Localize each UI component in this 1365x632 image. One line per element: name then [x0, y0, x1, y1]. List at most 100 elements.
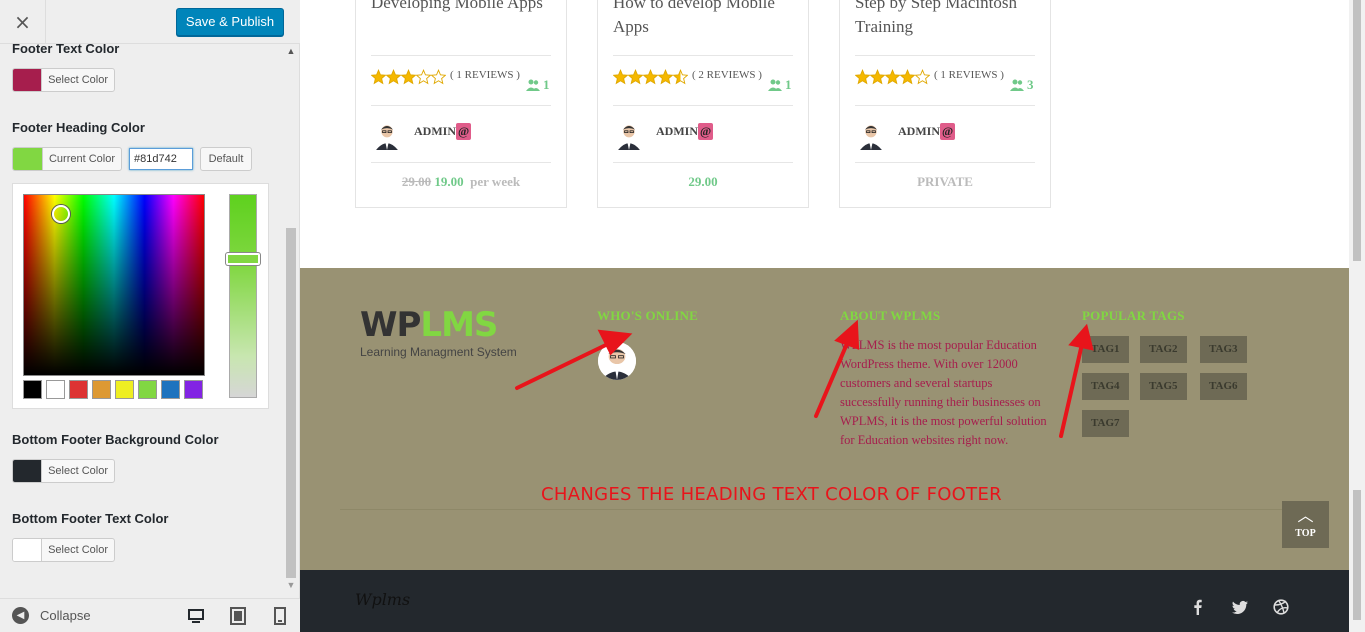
at-icon: @: [698, 123, 714, 140]
facebook-icon[interactable]: [1190, 599, 1206, 615]
hex-color-input[interactable]: #81d742: [129, 148, 193, 170]
bottom-footer: Wplms: [300, 570, 1349, 632]
footer-heading-color-title: Footer Heading Color: [12, 120, 145, 135]
twitter-icon[interactable]: [1232, 599, 1248, 615]
star-icon: [869, 69, 886, 85]
scroll-to-top-button[interactable]: ︿ TOP: [1282, 501, 1329, 548]
scroll-down-icon[interactable]: ▼: [284, 580, 298, 590]
instructor-name[interactable]: ADMIN @: [414, 123, 472, 140]
admin-avatar: [618, 125, 640, 150]
review-count: ( 1 REVIEWS ): [934, 69, 1004, 81]
palette-swatch-black[interactable]: [23, 380, 42, 399]
palette-swatch-yellow[interactable]: [115, 380, 134, 399]
divider: [855, 105, 1035, 106]
palette-swatch-green[interactable]: [138, 380, 157, 399]
palette-swatch-red[interactable]: [69, 380, 88, 399]
customizer-controls: Footer Text Color Select Color Footer He…: [0, 44, 300, 592]
tag-link[interactable]: TAG4: [1082, 373, 1129, 400]
desktop-preview-icon[interactable]: [186, 606, 206, 626]
palette-swatch-blue[interactable]: [161, 380, 180, 399]
divider: [613, 105, 793, 106]
select-color-label: Select Color: [48, 74, 108, 86]
tag-link[interactable]: TAG3: [1200, 336, 1247, 363]
course-title[interactable]: Developing Mobile Apps: [371, 0, 556, 15]
palette-swatch-orange[interactable]: [92, 380, 111, 399]
who-online-heading: WHO'S ONLINE: [597, 308, 699, 323]
mobile-preview-icon[interactable]: [270, 606, 290, 626]
divider: [613, 162, 793, 163]
palette-swatch-white[interactable]: [46, 380, 65, 399]
star-icon: [657, 69, 674, 85]
customizer-sidebar: × Save & Publish Footer Text Color Selec…: [0, 0, 300, 632]
divider: [371, 55, 551, 56]
online-user-avatar[interactable]: [598, 342, 636, 380]
footer-text-color-button[interactable]: Select Color: [12, 68, 115, 92]
sidebar-scrollbar[interactable]: ▲ ▼: [284, 44, 298, 592]
admin-label: ADMIN: [414, 124, 456, 138]
slider-handle[interactable]: [226, 253, 260, 265]
divider: [613, 55, 793, 56]
course-title[interactable]: How to develop Mobile Apps: [613, 0, 798, 39]
popular-tags-heading: POPULAR TAGS: [1082, 308, 1185, 323]
course-card[interactable]: Developing Mobile Apps ( 1 REVIEWS ) 1 A…: [355, 0, 567, 208]
course-card[interactable]: Step by Step Macintosh Training ( 1 REVI…: [839, 0, 1051, 208]
tag-link[interactable]: TAG2: [1140, 336, 1187, 363]
luminance-slider[interactable]: [229, 194, 257, 398]
at-icon: @: [940, 123, 956, 140]
bottom-footer-text-button[interactable]: Select Color: [12, 538, 115, 562]
collapse-button[interactable]: Collapse: [40, 608, 91, 623]
star-rating-icon: [613, 69, 688, 85]
select-color-label: Select Color: [48, 544, 108, 556]
site-preview: Developing Mobile Apps ( 1 REVIEWS ) 1 A…: [300, 0, 1365, 632]
logo-wp: WP: [360, 305, 421, 345]
star-icon: [613, 69, 629, 85]
review-count: ( 2 REVIEWS ): [692, 69, 762, 81]
footer-heading-color-button[interactable]: Current Color: [12, 147, 122, 171]
admin-avatar: [860, 125, 882, 150]
preview-scrollbar[interactable]: [1349, 0, 1365, 632]
scroll-thumb[interactable]: [286, 228, 296, 578]
price-period: per week: [470, 174, 521, 189]
default-color-button[interactable]: Default: [200, 147, 252, 171]
sale-price: 19.00: [434, 174, 464, 189]
tag-link[interactable]: TAG5: [1140, 373, 1187, 400]
bottom-footer-text-title: Bottom Footer Text Color: [12, 511, 169, 526]
close-icon[interactable]: ×: [0, 0, 46, 44]
tag-link[interactable]: TAG6: [1200, 373, 1247, 400]
footer-divider: [340, 509, 1289, 510]
divider: [371, 162, 551, 163]
bottom-footer-bg-title: Bottom Footer Background Color: [12, 432, 219, 447]
bottom-footer-brand[interactable]: Wplms: [355, 590, 410, 609]
palette-swatch-purple[interactable]: [184, 380, 203, 399]
student-count: 1: [768, 77, 792, 93]
scroll-up-icon[interactable]: ▲: [284, 46, 298, 56]
star-icon: [385, 69, 402, 85]
bottom-footer-bg-button[interactable]: Select Color: [12, 459, 115, 483]
tablet-preview-icon[interactable]: [228, 606, 248, 626]
picker-handle[interactable]: [52, 205, 70, 223]
annotation-text: CHANGES THE HEADING TEXT COLOR OF FOOTER: [541, 484, 1002, 505]
users-icon: [526, 79, 540, 91]
divider: [371, 105, 551, 106]
instructor-name[interactable]: ADMIN @: [656, 123, 714, 140]
star-icon: [899, 69, 916, 85]
instructor-name[interactable]: ADMIN @: [898, 123, 956, 140]
wplms-logo[interactable]: WPLMS Learning Managment System: [360, 306, 517, 359]
tag-link[interactable]: TAG1: [1082, 336, 1129, 363]
dribbble-icon[interactable]: [1273, 599, 1289, 615]
collapse-icon[interactable]: ◀: [12, 607, 29, 624]
save-publish-button[interactable]: Save & Publish: [176, 8, 284, 36]
preview-scroll-thumb[interactable]: [1353, 490, 1361, 620]
customizer-footer: ◀ Collapse: [0, 598, 300, 632]
course-price: 29.00 19.00 per week: [356, 174, 566, 190]
course-title[interactable]: Step by Step Macintosh Training: [855, 0, 1040, 39]
color-swatch: [13, 148, 43, 170]
star-icon: [914, 69, 930, 85]
star-icon: [371, 69, 387, 85]
tag-link[interactable]: TAG7: [1082, 410, 1129, 437]
student-count: 1: [526, 77, 550, 93]
saturation-value-square[interactable]: [23, 194, 205, 376]
course-card[interactable]: How to develop Mobile Apps ( 2 REVIEWS )…: [597, 0, 809, 208]
star-icon: [642, 69, 659, 85]
about-text: WPLMS is the most popular Education Word…: [840, 338, 1047, 447]
